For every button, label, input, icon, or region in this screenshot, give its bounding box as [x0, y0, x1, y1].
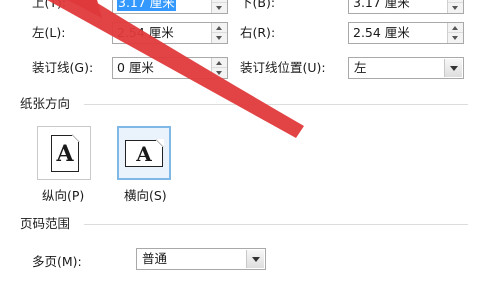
annotation-arrow-icon: [47, 0, 304, 138]
page-setup-dialog: 上(T): 3.17 厘米 下(B): 3.17 厘米 左(L): 2.54 厘…: [0, 0, 480, 300]
